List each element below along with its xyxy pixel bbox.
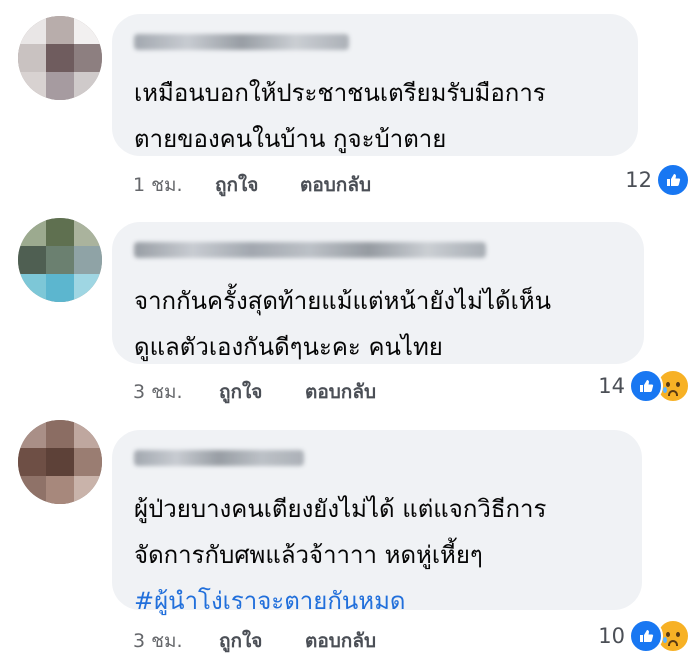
author-name-blurred[interactable]	[134, 450, 304, 466]
like-button[interactable]: ถูกใจ	[219, 626, 262, 656]
comment-text-line: ผู้ป่วยบางคนเตียงยังไม่ได้ แต่แจกวิธีการ	[134, 495, 547, 523]
comment-text-line: จากกันครั้งสุดท้ายแม้แต่หน้ายังไม่ได้เห็…	[134, 287, 552, 315]
comment-time[interactable]: 3 ชม.	[133, 626, 183, 656]
avatar[interactable]	[18, 218, 102, 302]
author-name-blurred[interactable]	[134, 242, 486, 258]
comment-text-line: จัดการกับศพแล้วจ้าาาา หดหู่เหี้ยๆ	[134, 541, 483, 569]
comment-text-line: ตายของคนในบ้าน กูจะบ้าตาย	[134, 125, 447, 153]
comment-time[interactable]: 1 ชม.	[133, 170, 183, 200]
like-icon	[629, 369, 663, 403]
comment-text-line: ดูแลตัวเองกันดีๆนะคะ คนไทย	[134, 333, 443, 361]
comment-bubble: เหมือนบอกให้ประชาชนเตรียมรับมือการ ตายขอ…	[112, 14, 638, 156]
comment-time[interactable]: 3 ชม.	[133, 377, 183, 407]
reaction-summary[interactable]: 14	[598, 369, 690, 403]
reaction-count: 14	[598, 374, 625, 398]
reply-button[interactable]: ตอบกลับ	[305, 377, 376, 407]
hashtag-link[interactable]: #ผู้นำโง่เราจะตายกันหมด	[134, 578, 620, 624]
comment-bubble: ผู้ป่วยบางคนเตียงยังไม่ได้ แต่แจกวิธีการ…	[112, 430, 642, 615]
comment-text-line: เหมือนบอกให้ประชาชนเตรียมรับมือการ	[134, 79, 546, 107]
reaction-summary[interactable]: 10	[598, 619, 690, 653]
comment-bubble: จากกันครั้งสุดท้ายแม้แต่หน้ายังไม่ได้เห็…	[112, 222, 644, 364]
author-name-blurred[interactable]	[134, 34, 349, 50]
like-icon	[629, 619, 663, 653]
avatar[interactable]	[18, 16, 102, 100]
reply-button[interactable]: ตอบกลับ	[305, 626, 376, 656]
reaction-count: 12	[625, 168, 652, 192]
like-icon	[656, 163, 690, 197]
reply-button[interactable]: ตอบกลับ	[300, 170, 371, 200]
avatar[interactable]	[18, 420, 102, 504]
like-button[interactable]: ถูกใจ	[219, 377, 262, 407]
reaction-summary[interactable]: 12	[625, 163, 690, 197]
like-button[interactable]: ถูกใจ	[215, 170, 258, 200]
reaction-count: 10	[598, 624, 625, 648]
comment-thread: เหมือนบอกให้ประชาชนเตรียมรับมือการ ตายขอ…	[0, 0, 700, 671]
